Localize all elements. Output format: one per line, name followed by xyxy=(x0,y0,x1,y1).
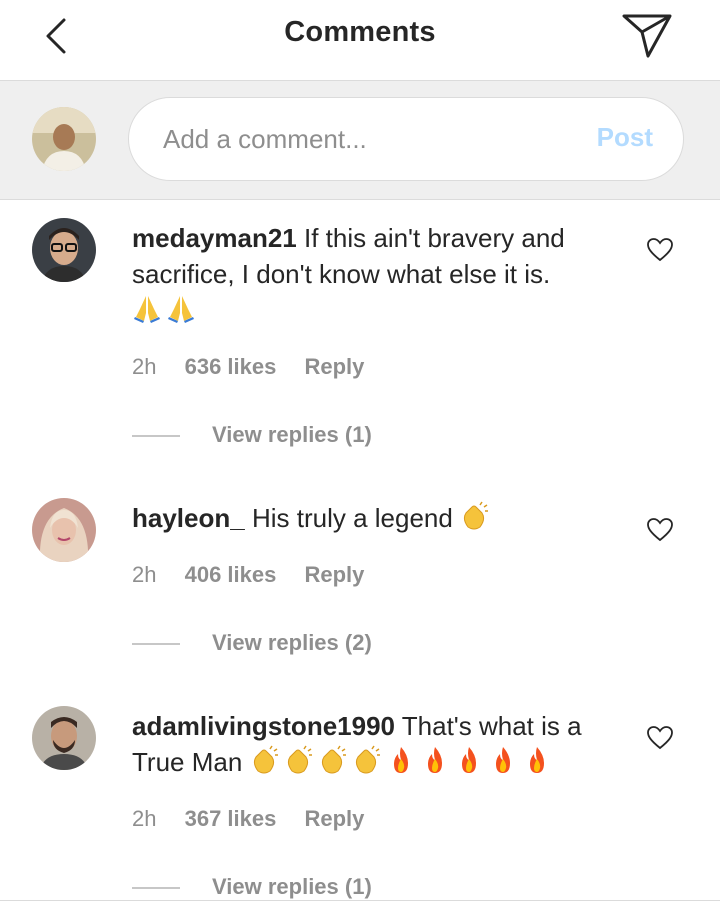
comment-meta: 2h 636 likes Reply xyxy=(132,354,386,380)
comment-text: adamlivingstone1990 That's what is a Tru… xyxy=(132,708,622,780)
clapping-hands-icon xyxy=(321,745,346,774)
top-bar: Comments xyxy=(0,0,720,81)
fire-icon xyxy=(427,747,442,773)
reply-button[interactable]: Reply xyxy=(304,562,364,587)
clapping-hands-icon xyxy=(253,745,278,774)
comment-username[interactable]: adamlivingstone1990 xyxy=(132,711,395,741)
like-heart-icon[interactable] xyxy=(646,724,674,752)
avatar[interactable] xyxy=(32,706,96,770)
comment-time: 2h xyxy=(132,562,157,587)
view-replies-button[interactable]: View replies (1) xyxy=(132,422,372,448)
post-button[interactable]: Post xyxy=(597,122,653,153)
comment-item: hayleon_ His truly a legend 2h 406 likes… xyxy=(0,498,720,668)
comment-text: hayleon_ His truly a legend xyxy=(132,500,622,536)
comment-input-box: Post xyxy=(128,97,684,181)
comment-composer: Post xyxy=(0,81,720,200)
fire-icon xyxy=(461,747,476,773)
fire-icon xyxy=(529,747,544,773)
comment-time: 2h xyxy=(132,354,157,379)
comment-likes[interactable]: 406 likes xyxy=(185,562,277,587)
comment-input[interactable] xyxy=(161,116,565,162)
clapping-hands-icon xyxy=(463,501,489,530)
like-heart-icon[interactable] xyxy=(646,516,674,544)
clapping-hands-icon xyxy=(287,745,312,774)
clapping-hands-icon xyxy=(355,745,380,774)
divider-line xyxy=(132,435,180,438)
avatar[interactable] xyxy=(32,218,96,282)
comment-meta: 2h 367 likes Reply xyxy=(132,806,386,832)
view-replies-label: View replies (1) xyxy=(212,874,372,899)
emoji-row xyxy=(132,295,200,325)
view-replies-label: View replies (2) xyxy=(212,630,372,655)
comment-body: His truly a legend xyxy=(251,503,453,533)
view-replies-label: View replies (1) xyxy=(212,422,372,447)
comment-text: medayman21 If this ain't bravery and sac… xyxy=(132,220,622,328)
comment-likes[interactable]: 367 likes xyxy=(185,806,277,831)
page-title: Comments xyxy=(284,16,436,48)
comment-meta: 2h 406 likes Reply xyxy=(132,562,386,588)
view-replies-button[interactable]: View replies (1) xyxy=(132,874,372,900)
share-button[interactable] xyxy=(620,10,676,62)
emoji-row xyxy=(250,745,556,777)
fire-icon xyxy=(495,747,510,773)
comment-likes[interactable]: 636 likes xyxy=(185,354,277,379)
reply-button[interactable]: Reply xyxy=(304,354,364,379)
reply-button[interactable]: Reply xyxy=(304,806,364,831)
comment-item: adamlivingstone1990 That's what is a Tru… xyxy=(0,706,720,899)
like-heart-icon[interactable] xyxy=(646,236,674,264)
comment-username[interactable]: medayman21 xyxy=(132,223,297,253)
folded-hands-icon xyxy=(134,296,160,323)
bottom-divider xyxy=(0,900,720,901)
current-user-avatar xyxy=(32,107,96,171)
divider-line xyxy=(132,643,180,646)
comment-time: 2h xyxy=(132,806,157,831)
paper-plane-icon xyxy=(622,14,672,58)
view-replies-button[interactable]: View replies (2) xyxy=(132,630,372,656)
comment-username[interactable]: hayleon_ xyxy=(132,503,245,533)
avatar[interactable] xyxy=(32,498,96,562)
folded-hands-icon xyxy=(168,296,194,323)
fire-icon xyxy=(393,747,408,773)
comment-item: medayman21 If this ain't bravery and sac… xyxy=(0,218,720,458)
divider-line xyxy=(132,887,180,890)
